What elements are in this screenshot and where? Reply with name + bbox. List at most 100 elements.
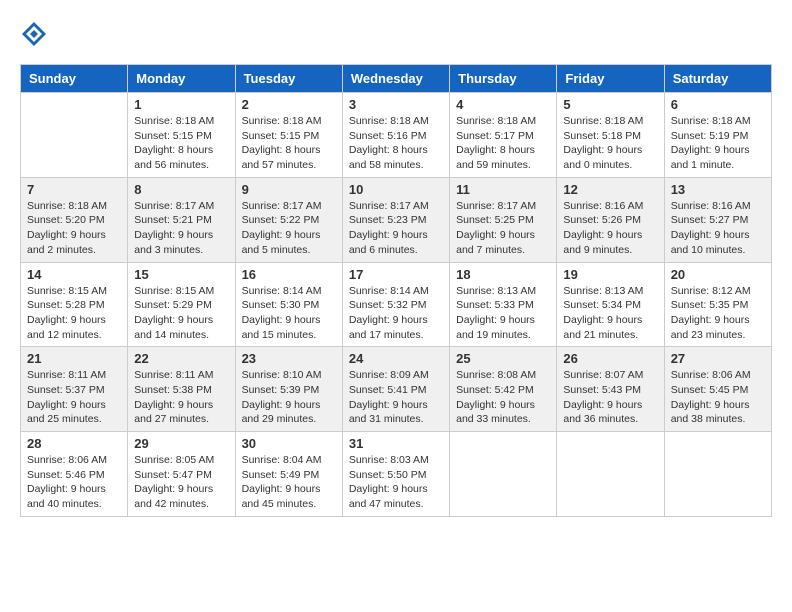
day-info: Sunrise: 8:11 AMSunset: 5:37 PMDaylight:…	[27, 368, 121, 427]
cell-week1-day1	[21, 93, 128, 178]
day-info: Sunrise: 8:10 AMSunset: 5:39 PMDaylight:…	[242, 368, 336, 427]
day-number: 7	[27, 182, 121, 197]
cell-week1-day2: 1 Sunrise: 8:18 AMSunset: 5:15 PMDaylight…	[128, 93, 235, 178]
cell-week5-day7	[664, 432, 771, 517]
cell-week3-day7: 20 Sunrise: 8:12 AMSunset: 5:35 PMDayligh…	[664, 262, 771, 347]
day-number: 15	[134, 267, 228, 282]
cell-week4-day4: 24 Sunrise: 8:09 AMSunset: 5:41 PMDayligh…	[342, 347, 449, 432]
day-number: 8	[134, 182, 228, 197]
cell-week4-day5: 25 Sunrise: 8:08 AMSunset: 5:42 PMDayligh…	[450, 347, 557, 432]
day-info: Sunrise: 8:18 AMSunset: 5:16 PMDaylight:…	[349, 114, 443, 173]
cell-week1-day6: 5 Sunrise: 8:18 AMSunset: 5:18 PMDaylight…	[557, 93, 664, 178]
day-number: 10	[349, 182, 443, 197]
day-info: Sunrise: 8:07 AMSunset: 5:43 PMDaylight:…	[563, 368, 657, 427]
day-number: 16	[242, 267, 336, 282]
day-info: Sunrise: 8:17 AMSunset: 5:22 PMDaylight:…	[242, 199, 336, 258]
cell-week2-day3: 9 Sunrise: 8:17 AMSunset: 5:22 PMDaylight…	[235, 177, 342, 262]
cell-week1-day7: 6 Sunrise: 8:18 AMSunset: 5:19 PMDaylight…	[664, 93, 771, 178]
day-number: 1	[134, 97, 228, 112]
day-info: Sunrise: 8:03 AMSunset: 5:50 PMDaylight:…	[349, 453, 443, 512]
cell-week5-day1: 28Sunrise: 8:06 AMSunset: 5:46 PMDayligh…	[21, 432, 128, 517]
cell-week1-day4: 3 Sunrise: 8:18 AMSunset: 5:16 PMDaylight…	[342, 93, 449, 178]
day-number: 24	[349, 351, 443, 366]
cell-week5-day2: 29Sunrise: 8:05 AMSunset: 5:47 PMDayligh…	[128, 432, 235, 517]
cell-week4-day6: 26 Sunrise: 8:07 AMSunset: 5:43 PMDayligh…	[557, 347, 664, 432]
day-info: Sunrise: 8:12 AMSunset: 5:35 PMDaylight:…	[671, 284, 765, 343]
day-number: 30	[242, 436, 336, 451]
day-number: 31	[349, 436, 443, 451]
header-saturday: Saturday	[664, 65, 771, 93]
cell-week4-day7: 27Sunrise: 8:06 AMSunset: 5:45 PMDayligh…	[664, 347, 771, 432]
day-info: Sunrise: 8:17 AMSunset: 5:25 PMDaylight:…	[456, 199, 550, 258]
calendar-header: SundayMondayTuesdayWednesdayThursdayFrid…	[21, 65, 772, 93]
cell-week4-day2: 22Sunrise: 8:11 AMSunset: 5:38 PMDayligh…	[128, 347, 235, 432]
day-info: Sunrise: 8:06 AMSunset: 5:46 PMDaylight:…	[27, 453, 121, 512]
day-number: 11	[456, 182, 550, 197]
day-info: Sunrise: 8:17 AMSunset: 5:23 PMDaylight:…	[349, 199, 443, 258]
cell-week5-day6	[557, 432, 664, 517]
day-info: Sunrise: 8:11 AMSunset: 5:38 PMDaylight:…	[134, 368, 228, 427]
day-info: Sunrise: 8:17 AMSunset: 5:21 PMDaylight:…	[134, 199, 228, 258]
day-info: Sunrise: 8:18 AMSunset: 5:15 PMDaylight:…	[134, 114, 228, 173]
day-number: 26	[563, 351, 657, 366]
page-header	[20, 20, 772, 48]
cell-week2-day2: 8 Sunrise: 8:17 AMSunset: 5:21 PMDaylight…	[128, 177, 235, 262]
header-row: SundayMondayTuesdayWednesdayThursdayFrid…	[21, 65, 772, 93]
cell-week4-day1: 21 Sunrise: 8:11 AMSunset: 5:37 PMDayligh…	[21, 347, 128, 432]
day-info: Sunrise: 8:18 AMSunset: 5:15 PMDaylight:…	[242, 114, 336, 173]
week-row-5: 28Sunrise: 8:06 AMSunset: 5:46 PMDayligh…	[21, 432, 772, 517]
logo-icon	[20, 20, 48, 48]
day-number: 20	[671, 267, 765, 282]
day-info: Sunrise: 8:13 AMSunset: 5:33 PMDaylight:…	[456, 284, 550, 343]
cell-week2-day1: 7 Sunrise: 8:18 AMSunset: 5:20 PMDaylight…	[21, 177, 128, 262]
day-info: Sunrise: 8:18 AMSunset: 5:19 PMDaylight:…	[671, 114, 765, 173]
day-number: 2	[242, 97, 336, 112]
calendar-table: SundayMondayTuesdayWednesdayThursdayFrid…	[20, 64, 772, 517]
day-number: 4	[456, 97, 550, 112]
cell-week3-day2: 15 Sunrise: 8:15 AMSunset: 5:29 PMDayligh…	[128, 262, 235, 347]
week-row-1: 1 Sunrise: 8:18 AMSunset: 5:15 PMDaylight…	[21, 93, 772, 178]
header-friday: Friday	[557, 65, 664, 93]
cell-week5-day4: 31 Sunrise: 8:03 AMSunset: 5:50 PMDayligh…	[342, 432, 449, 517]
header-sunday: Sunday	[21, 65, 128, 93]
cell-week3-day5: 18Sunrise: 8:13 AMSunset: 5:33 PMDayligh…	[450, 262, 557, 347]
day-info: Sunrise: 8:06 AMSunset: 5:45 PMDaylight:…	[671, 368, 765, 427]
cell-week2-day6: 12Sunrise: 8:16 AMSunset: 5:26 PMDayligh…	[557, 177, 664, 262]
cell-week5-day5	[450, 432, 557, 517]
day-number: 23	[242, 351, 336, 366]
day-number: 25	[456, 351, 550, 366]
cell-week3-day6: 19 Sunrise: 8:13 AMSunset: 5:34 PMDayligh…	[557, 262, 664, 347]
day-info: Sunrise: 8:05 AMSunset: 5:47 PMDaylight:…	[134, 453, 228, 512]
day-number: 13	[671, 182, 765, 197]
day-number: 6	[671, 97, 765, 112]
week-row-3: 14Sunrise: 8:15 AMSunset: 5:28 PMDayligh…	[21, 262, 772, 347]
cell-week2-day4: 10 Sunrise: 8:17 AMSunset: 5:23 PMDayligh…	[342, 177, 449, 262]
cell-week3-day1: 14Sunrise: 8:15 AMSunset: 5:28 PMDayligh…	[21, 262, 128, 347]
day-info: Sunrise: 8:14 AMSunset: 5:30 PMDaylight:…	[242, 284, 336, 343]
day-info: Sunrise: 8:09 AMSunset: 5:41 PMDaylight:…	[349, 368, 443, 427]
day-number: 5	[563, 97, 657, 112]
day-info: Sunrise: 8:18 AMSunset: 5:18 PMDaylight:…	[563, 114, 657, 173]
cell-week2-day5: 11 Sunrise: 8:17 AMSunset: 5:25 PMDayligh…	[450, 177, 557, 262]
day-info: Sunrise: 8:08 AMSunset: 5:42 PMDaylight:…	[456, 368, 550, 427]
day-info: Sunrise: 8:18 AMSunset: 5:17 PMDaylight:…	[456, 114, 550, 173]
header-wednesday: Wednesday	[342, 65, 449, 93]
calendar-body: 1 Sunrise: 8:18 AMSunset: 5:15 PMDaylight…	[21, 93, 772, 517]
cell-week1-day3: 2 Sunrise: 8:18 AMSunset: 5:15 PMDaylight…	[235, 93, 342, 178]
header-tuesday: Tuesday	[235, 65, 342, 93]
day-info: Sunrise: 8:15 AMSunset: 5:29 PMDaylight:…	[134, 284, 228, 343]
cell-week2-day7: 13Sunrise: 8:16 AMSunset: 5:27 PMDayligh…	[664, 177, 771, 262]
header-thursday: Thursday	[450, 65, 557, 93]
day-info: Sunrise: 8:18 AMSunset: 5:20 PMDaylight:…	[27, 199, 121, 258]
day-number: 12	[563, 182, 657, 197]
day-number: 19	[563, 267, 657, 282]
day-number: 3	[349, 97, 443, 112]
day-number: 9	[242, 182, 336, 197]
cell-week3-day3: 16 Sunrise: 8:14 AMSunset: 5:30 PMDayligh…	[235, 262, 342, 347]
day-info: Sunrise: 8:13 AMSunset: 5:34 PMDaylight:…	[563, 284, 657, 343]
cell-week5-day3: 30Sunrise: 8:04 AMSunset: 5:49 PMDayligh…	[235, 432, 342, 517]
day-number: 21	[27, 351, 121, 366]
day-info: Sunrise: 8:14 AMSunset: 5:32 PMDaylight:…	[349, 284, 443, 343]
day-info: Sunrise: 8:15 AMSunset: 5:28 PMDaylight:…	[27, 284, 121, 343]
week-row-2: 7 Sunrise: 8:18 AMSunset: 5:20 PMDaylight…	[21, 177, 772, 262]
